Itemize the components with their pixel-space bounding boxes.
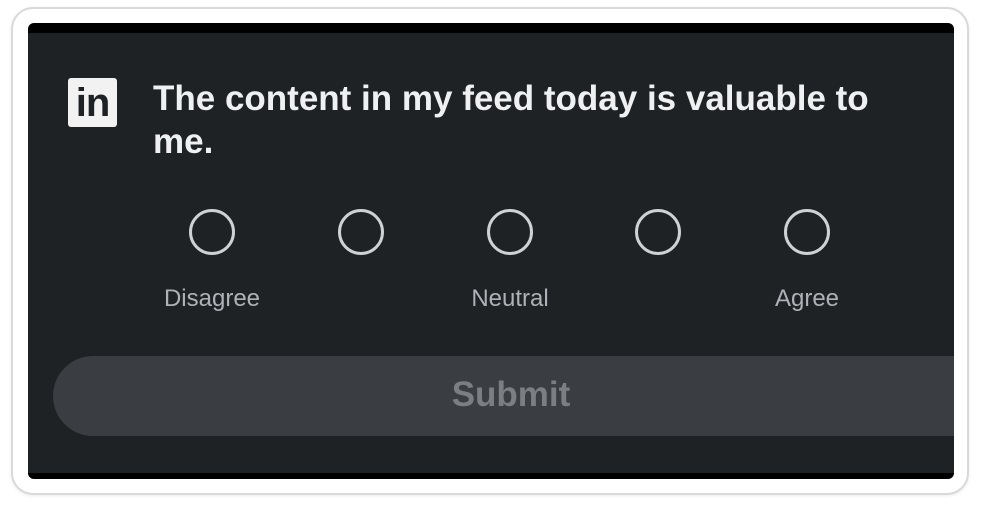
radio-option-5[interactable] xyxy=(784,209,830,255)
survey-question: The content in my feed today is valuable… xyxy=(153,79,869,161)
scale-label-disagree: Disagree xyxy=(163,285,261,312)
linkedin-logo-icon: in xyxy=(68,78,117,127)
scale-label-agree: Agree xyxy=(774,285,840,312)
submit-button-label: Submit xyxy=(451,375,571,414)
radio-option-3[interactable] xyxy=(487,209,533,255)
radio-option-2[interactable] xyxy=(338,209,384,255)
radio-option-4[interactable] xyxy=(635,209,681,255)
survey-card: in The content in my feed today is valua… xyxy=(28,23,954,479)
scale-label-neutral: Neutral xyxy=(471,285,549,312)
submit-button[interactable]: Submit xyxy=(53,356,954,436)
radio-option-1[interactable] xyxy=(189,209,235,255)
